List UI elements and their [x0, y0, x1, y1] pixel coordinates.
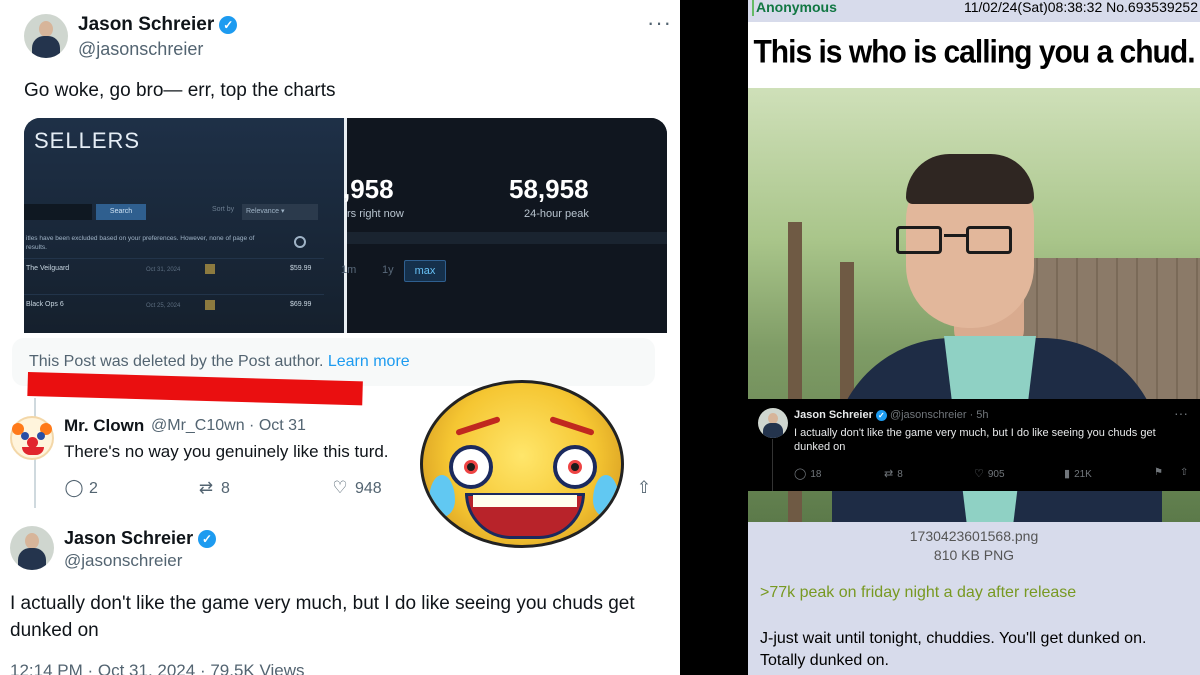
post-header: Anonymous 11/02/24(Sat)08:38:32 No.69353…	[748, 0, 1200, 18]
steam-topsellers-image: SELLERS Search Sort by Relevance ▾ itles…	[24, 118, 344, 333]
deleted-notice-text: This Post was deleted by the Post author…	[29, 353, 324, 370]
meme-caption: This is who is calling you a chud.	[753, 34, 1195, 71]
tweet-timestamp-views: 12:14 PM · Oct 31, 2024 · 79.5K Views	[10, 661, 305, 675]
steam-search-button: Search	[96, 204, 146, 220]
peak-value: 58,958	[509, 174, 589, 204]
share-icon: ⇧	[636, 478, 652, 497]
clown-avatar[interactable]	[10, 416, 54, 460]
author-handle[interactable]: @jasonschreier	[64, 551, 182, 571]
embed-likes: ♡ 905	[974, 468, 1005, 480]
players-now-label: rs right now	[347, 208, 404, 220]
embedded-tweet: Jason Schreier ✓ @jasonschreier · 5h ··· …	[748, 399, 1200, 491]
sort-label: Sort by	[212, 206, 235, 213]
more-options-icon[interactable]: ···	[647, 10, 672, 36]
reply-handle-date[interactable]: @Mr_C10wn · Oct 31	[151, 417, 306, 435]
author-handle[interactable]: @jasonschreier	[78, 39, 203, 60]
range-1y: 1y	[382, 264, 394, 276]
share-icon: ⇧	[1180, 467, 1189, 478]
reply-icon: ◯	[794, 468, 807, 480]
file-size: 810 KB PNG	[933, 547, 1015, 563]
poster-name: Anonymous	[756, 0, 837, 15]
steam-row: Black Ops 6 Oct 25, 2024 $69.99	[24, 294, 324, 320]
share-button[interactable]: ⇧	[634, 478, 659, 498]
avatar[interactable]	[10, 526, 54, 570]
sort-select: Relevance ▾	[242, 204, 318, 220]
post-body: J-just wait until tonight, chuddies. You…	[760, 630, 1147, 669]
glasses-icon	[896, 226, 1020, 256]
greentext-quote: >77k peak on friday night a day after re…	[760, 584, 1077, 601]
exclusion-note: itles have been excluded based on your p…	[26, 235, 255, 251]
players-now-value: ,958	[343, 174, 394, 204]
laughing-crying-emoji	[420, 380, 624, 548]
peak-label: 24-hour peak	[524, 208, 589, 220]
attached-image[interactable]: This is who is calling you a chud. Jason…	[748, 22, 1200, 522]
verified-badge-icon: ✓	[219, 16, 238, 34]
avatar	[758, 408, 788, 438]
bookmark-icon: ⚑	[1154, 467, 1163, 478]
verified-badge-icon: ✓	[198, 530, 217, 548]
imageboard-post: Anonymous 11/02/24(Sat)08:38:32 No.69353…	[748, 0, 1200, 675]
embed-reposts: ⇄ 8	[884, 468, 903, 480]
heart-icon: ♡	[332, 478, 348, 497]
repost-icon: ⇄	[884, 468, 894, 480]
steam-search-input	[24, 204, 92, 220]
tweet-text: Go woke, go bro— err, top the charts	[24, 80, 336, 101]
file-name[interactable]: 1730423601568.png	[748, 528, 1200, 544]
verified-badge-icon: ✓	[875, 410, 887, 421]
reply-button[interactable]: ◯ 2	[64, 478, 97, 498]
like-button[interactable]: ♡ 948	[330, 478, 381, 498]
tweet-text: I actually don't like the game very much…	[10, 593, 635, 641]
heart-icon: ♡	[974, 468, 984, 480]
views-icon: ▮	[1064, 468, 1071, 480]
steamdb-peak-image: ,958 rs right now 58,958 24-hour peak 1m…	[341, 118, 667, 333]
repost-button[interactable]: ⇄ 8	[196, 478, 230, 498]
tweet-media[interactable]: SELLERS Search Sort by Relevance ▾ itles…	[24, 118, 667, 333]
author-name[interactable]: Jason Schreier ✓	[64, 528, 217, 549]
range-max-button: max	[404, 260, 446, 282]
reply-author-name[interactable]: Mr. Clown	[64, 416, 144, 436]
reply-text: There's no way you genuinely like this t…	[64, 442, 389, 461]
learn-more-link[interactable]: Learn more	[328, 353, 410, 370]
embed-replies: ◯ 18	[794, 468, 822, 480]
platform-icon	[205, 264, 215, 274]
topsellers-title: SELLERS	[34, 128, 141, 153]
platform-icon	[205, 300, 215, 310]
post-date-number[interactable]: 11/02/24(Sat)08:38:32 No.693539252	[964, 0, 1198, 15]
avatar[interactable]	[24, 14, 68, 58]
range-1m: 1m	[341, 264, 357, 276]
embed-author: Jason Schreier ✓ @jasonschreier · 5h	[794, 409, 989, 421]
repost-icon: ⇄	[198, 478, 214, 497]
settings-icon	[294, 236, 306, 248]
more-options-icon: ···	[1174, 405, 1188, 421]
x-screenshot: Jason Schreier ✓ @jasonschreier ··· Go wo…	[0, 0, 680, 675]
steam-row: The Veilguard Oct 31, 2024 $59.99	[24, 258, 324, 284]
embed-text: I actually don't like the game very much…	[794, 427, 1156, 453]
embed-views: ▮ 21K	[1064, 468, 1092, 480]
reply-icon: ◯	[64, 478, 84, 497]
author-name[interactable]: Jason Schreier ✓	[78, 14, 238, 36]
